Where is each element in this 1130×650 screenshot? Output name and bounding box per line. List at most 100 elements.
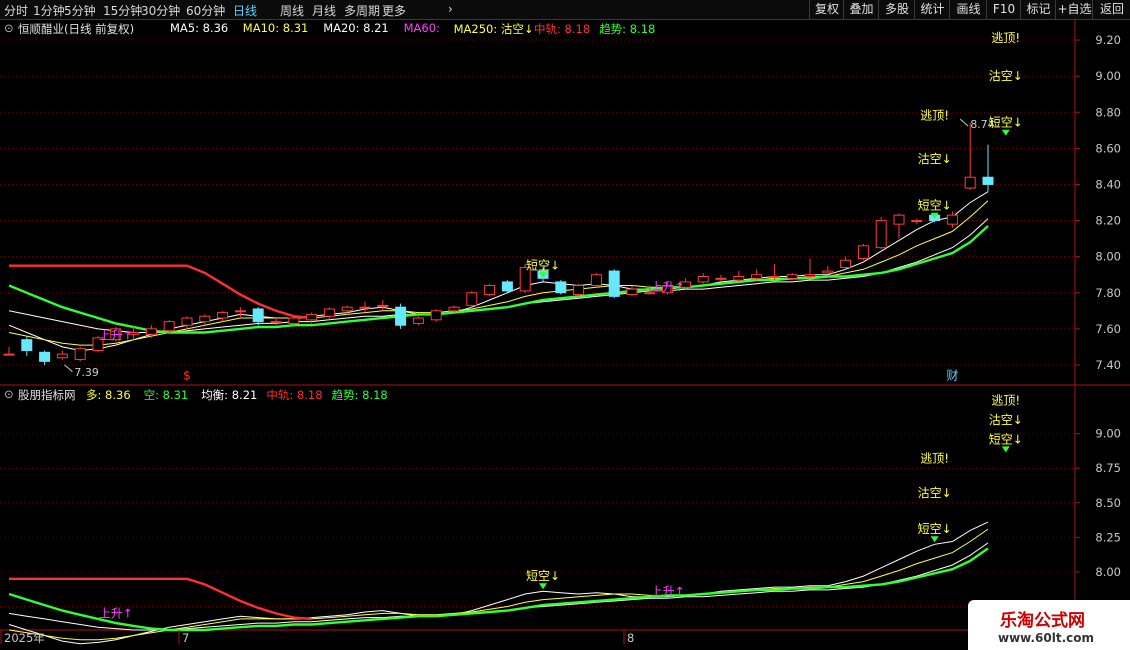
candle-body <box>288 317 300 324</box>
candle-body <box>626 288 638 296</box>
main-signal-label: 上升↑ <box>651 280 685 294</box>
candle-body <box>768 276 780 279</box>
candle-body <box>21 339 33 352</box>
main-signal-label: 上升↑ <box>99 329 133 343</box>
ind-signal-label: 短空↓ <box>989 432 1023 446</box>
main-signal-label: 短空↓ <box>989 116 1023 130</box>
candle-body <box>448 306 460 312</box>
legend-item: 中轨: 8.18 <box>534 22 591 36</box>
ind-down-arrow-icon <box>1001 446 1010 453</box>
candle-body <box>840 259 852 268</box>
main-signal-label: 短空↓ <box>918 199 952 213</box>
main-signal-label: 短空↓ <box>526 258 560 272</box>
collapse-icon[interactable]: ⊙ <box>4 387 14 401</box>
main-down-arrow-icon <box>1001 129 1010 136</box>
y-tick-label: 9.20 <box>1095 33 1121 47</box>
candle-body <box>217 312 229 319</box>
candle-body <box>555 281 567 294</box>
main-signal-label: $ <box>183 368 191 382</box>
series-line-MA10 <box>8 200 989 346</box>
legend-item: MA250: 沽空↓ <box>453 22 534 36</box>
candle-body <box>252 308 264 323</box>
ind-signal-label: 逃顶! <box>920 452 949 466</box>
panel-title: 恒顺醋业(日线 前复权) <box>18 22 135 36</box>
ind-signal-label: 短空↓ <box>918 522 952 536</box>
candle-body <box>893 214 905 225</box>
x-axis-label: 2025年 <box>4 631 45 645</box>
candle-body <box>341 306 353 312</box>
candle-body <box>786 274 798 279</box>
candle-body <box>804 274 816 278</box>
watermark-url: www.60lt.com <box>998 631 1095 645</box>
ind-down-arrow-icon <box>930 536 939 543</box>
y-tick-label: 7.80 <box>1095 286 1121 300</box>
candle-body <box>74 348 86 361</box>
candle-body <box>323 308 335 317</box>
legend-item: 空: 8.31 <box>143 388 189 402</box>
candle-body <box>56 353 68 359</box>
stock-chart: 9.20 9.00 8.80 8.60 8.40 8.20 8.00 7.80 7.60 7.40… <box>0 20 1130 645</box>
ind-signal-label: 沽空↓ <box>918 486 952 500</box>
ind-signal-label: 短空↓ <box>526 569 560 583</box>
main-signal-label: 逃顶! <box>920 108 949 122</box>
ind-down-arrow-icon <box>539 583 547 590</box>
ind-signal-label: 沽空↓ <box>989 413 1023 427</box>
y-tick-label: 8.00 <box>1095 250 1121 264</box>
ind-signal-label: 上升↑ <box>99 607 133 621</box>
candle-body <box>982 176 994 185</box>
candle-body <box>911 220 923 223</box>
candle-body <box>608 270 620 297</box>
y-tick-label: 8.75 <box>1095 461 1121 475</box>
candle-body <box>270 321 282 324</box>
candle-body <box>590 274 602 287</box>
y-tick-label: 8.80 <box>1095 105 1121 119</box>
indicator-line-中轨 <box>9 577 312 621</box>
candle-body <box>822 270 834 274</box>
series-line-中轨 <box>9 264 312 320</box>
x-axis-label: 8 <box>627 631 634 645</box>
candle-body <box>3 353 15 356</box>
legend-item: 均衡: 8.21 <box>201 388 258 402</box>
legend-item: 中轨: 8.18 <box>266 388 323 402</box>
candle-body <box>359 306 371 309</box>
candle-body <box>501 281 513 292</box>
legend-item: 趋势: 8.18 <box>599 22 656 36</box>
y-tick-label: 8.00 <box>1095 565 1121 579</box>
candle-body <box>39 351 51 362</box>
legend-item: MA10: 8.31 <box>242 21 309 35</box>
candle-body <box>199 315 211 323</box>
indicator-line-MA10 <box>8 528 989 641</box>
candle-body <box>395 306 407 326</box>
candle-body <box>697 276 709 283</box>
candle-body <box>751 274 763 279</box>
main-signal-label: 沽空↓ <box>918 152 952 166</box>
y-tick-label: 7.60 <box>1095 322 1121 336</box>
watermark-title: 乐淘公式网 <box>1000 611 1085 631</box>
legend-item: MA20: 8.21 <box>323 21 389 35</box>
main-low-label: 7.39 <box>74 366 99 379</box>
candle-body <box>573 285 585 296</box>
y-tick-label: 9.00 <box>1095 69 1121 83</box>
x-axis-label: 7 <box>182 631 189 645</box>
y-tick-label: 8.25 <box>1095 530 1121 544</box>
collapse-icon[interactable]: ⊙ <box>4 21 14 35</box>
candle-body <box>377 304 389 307</box>
main-low-leader <box>64 364 73 373</box>
legend-item: MA5: 8.36 <box>170 21 229 35</box>
legend-item: 多: 8.36 <box>86 388 131 402</box>
candle-body <box>306 313 318 321</box>
candle-body <box>430 310 442 321</box>
ind-signal-label: 上升↑ <box>651 584 685 598</box>
y-tick-label: 8.60 <box>1095 141 1121 155</box>
indicator-line-MA5 <box>8 521 989 645</box>
y-tick-label: 8.20 <box>1095 214 1121 228</box>
candle-body <box>412 317 424 324</box>
main-signal-label: 财 <box>946 368 958 382</box>
candle-body <box>715 277 727 280</box>
candle-body <box>234 310 246 313</box>
candle-body <box>145 328 157 335</box>
ind-signal-label: 逃顶! <box>991 394 1020 408</box>
candle-body <box>964 176 976 189</box>
candle-body <box>857 245 869 259</box>
main-signal-label: 沽空↓ <box>989 69 1023 83</box>
